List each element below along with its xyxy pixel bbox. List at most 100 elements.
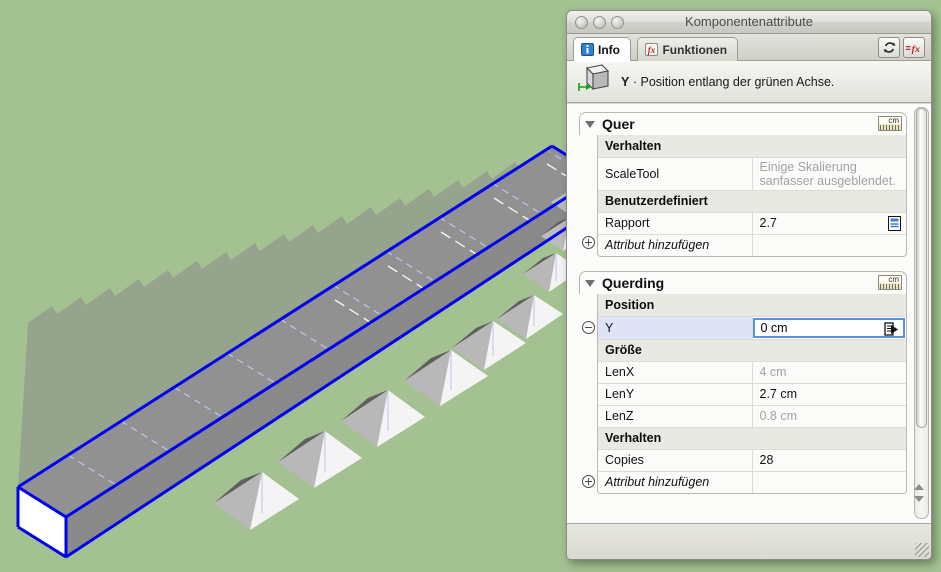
attribute-key[interactable]: LenZ — [598, 405, 753, 428]
attribute-value-cell[interactable]: 0 cm — [752, 316, 906, 340]
resize-grip[interactable] — [915, 543, 929, 557]
attribute-key[interactable]: Rapport — [598, 212, 753, 235]
attribute-info-bar: Y · Position entlang der grünen Achse. — [567, 61, 931, 103]
attribute-value-cell[interactable]: 2.7 — [752, 212, 906, 235]
info-icon — [581, 43, 594, 56]
disclosure-triangle-icon[interactable] — [585, 279, 595, 287]
section-label: Größe — [598, 339, 906, 362]
group-table-wrapper: Position Y 0 cm Größe LenX 4 cm LenY 2.7 cm LenZ… — [597, 294, 907, 494]
svg-text:fx: fx — [912, 44, 920, 55]
attribute-value-cell[interactable] — [752, 234, 906, 256]
add-attribute-label[interactable]: Attribut hinzufügen — [598, 234, 753, 256]
attribute-value-input[interactable]: 0 cm — [752, 317, 905, 338]
attribute-key[interactable]: LenY — [598, 383, 753, 406]
group-header[interactable]: Querding cm — [579, 271, 907, 294]
window-bottom-bar — [567, 523, 931, 559]
attribute-table: Position Y 0 cm Größe LenX 4 cm LenY 2.7 cm LenZ… — [598, 294, 906, 493]
function-fx-icon: fx — [645, 43, 659, 56]
attribute-value-cell[interactable] — [752, 471, 906, 493]
expander-glyph — [581, 474, 595, 488]
attribute-row[interactable]: Copies 28 — [598, 449, 906, 472]
attribute-value-text: 0 cm — [760, 320, 788, 335]
attribute-value-text: 2.7 — [759, 216, 777, 230]
units-ruler-badge[interactable]: cm — [878, 275, 902, 290]
add-attribute-row[interactable]: Attribut hinzufügen — [598, 471, 906, 493]
formula-button[interactable]: fx — [903, 37, 925, 58]
refresh-button[interactable] — [878, 37, 900, 58]
units-label: cm — [888, 116, 899, 125]
section-label: Position — [598, 294, 906, 317]
attribute-value-text: 28 — [759, 453, 774, 467]
attribute-row[interactable]: LenZ 0.8 cm — [598, 405, 906, 428]
attribute-value-cell[interactable]: Einige Skalierung sanfasser ausgeblendet… — [752, 157, 906, 191]
attribute-table: Verhalten ScaleTool Einige Skalierung sanf… — [598, 135, 906, 256]
scrollbar-thumb[interactable] — [916, 108, 927, 428]
tab-strip: Info fx Funktionen fx — [567, 34, 931, 61]
component-cube-icon — [577, 63, 611, 100]
attributes-content-area: Quer cm Verhalten ScaleTool Einige Skalierun… — [567, 104, 931, 523]
component-attributes-window[interactable]: Komponentenattribute Info fx Funktionen — [566, 10, 932, 560]
window-title: Komponentenattribute — [685, 14, 813, 29]
window-titlebar[interactable]: Komponentenattribute — [567, 11, 931, 34]
attribute-value-cell[interactable]: 4 cm — [752, 361, 906, 384]
tab-funktionen-label: Funktionen — [662, 42, 728, 57]
expander-glyph — [581, 235, 595, 249]
attribute-value-cell[interactable]: 28 — [752, 449, 906, 472]
equals-fx-icon: fx — [905, 44, 920, 55]
group-title: Quer — [602, 116, 635, 132]
group-table-wrapper: Verhalten ScaleTool Einige Skalierung sanf… — [597, 135, 907, 257]
tab-info[interactable]: Info — [573, 37, 631, 61]
attribute-row[interactable]: LenX 4 cm — [598, 361, 906, 384]
attribute-value-text: 2.7 cm — [759, 387, 798, 401]
attribute-row[interactable]: LenY 2.7 cm — [598, 383, 906, 406]
attribute-value-text: Einige Skalierung sanfasser ausgeblendet… — [759, 159, 896, 188]
attribute-key: Y — [621, 74, 630, 89]
attribute-key[interactable]: LenX — [598, 361, 753, 384]
section-label: Verhalten — [598, 427, 906, 450]
group-header[interactable]: Quer cm — [579, 112, 907, 135]
window-toolbar: fx — [878, 37, 925, 58]
attribute-value-text: 4 cm — [759, 365, 787, 379]
attribute-section-header: Benutzerdefiniert — [598, 190, 906, 213]
attribute-value-cell[interactable]: 2.7 cm — [752, 383, 906, 406]
attribute-section-header: Verhalten — [598, 427, 906, 450]
expander-glyph — [581, 320, 595, 334]
attribute-key[interactable]: Y — [598, 316, 753, 340]
group-quer: Quer cm Verhalten ScaleTool Einige Skalierun… — [579, 112, 907, 257]
attribute-section-header: Größe — [598, 339, 906, 362]
vertical-scrollbar[interactable] — [914, 107, 929, 519]
attribute-section-header: Verhalten — [598, 135, 906, 158]
attribute-groups: Quer cm Verhalten ScaleTool Einige Skalierun… — [567, 104, 931, 494]
scroll-up-button[interactable] — [913, 481, 925, 492]
list-options-icon[interactable] — [888, 215, 901, 234]
group-querding: Querding cm Position Y 0 cm Größe LenX 4 cm LenY… — [579, 271, 907, 494]
section-label: Benutzerdefiniert — [598, 190, 906, 213]
plus-expander-icon[interactable] — [579, 470, 597, 492]
units-ruler-badge[interactable]: cm — [878, 116, 902, 131]
scroll-down-button[interactable] — [913, 493, 925, 504]
svg-text:fx: fx — [648, 45, 656, 55]
attribute-section-header: Position — [598, 294, 906, 317]
attribute-row[interactable]: Y 0 cm — [598, 316, 906, 340]
attribute-separator: · — [632, 74, 637, 89]
attribute-key[interactable]: ScaleTool — [598, 157, 753, 191]
attribute-value-text: 0.8 cm — [759, 409, 798, 423]
attribute-key[interactable]: Copies — [598, 449, 753, 472]
plus-expander-icon[interactable] — [579, 231, 597, 253]
attribute-row[interactable]: Rapport 2.7 — [598, 212, 906, 235]
minus-expander-icon[interactable] — [579, 316, 597, 338]
units-label: cm — [888, 275, 899, 284]
add-attribute-label[interactable]: Attribut hinzufügen — [598, 471, 753, 493]
group-title: Querding — [602, 275, 665, 291]
attribute-description: Y · Position entlang der grünen Achse. — [621, 75, 834, 89]
tab-funktionen[interactable]: fx Funktionen — [637, 37, 739, 61]
attribute-row[interactable]: ScaleTool Einige Skalierung sanfasser aus… — [598, 157, 906, 191]
value-options-arrow-icon[interactable] — [884, 321, 900, 337]
attribute-text: Position entlang der grünen Achse. — [640, 74, 835, 89]
disclosure-triangle-icon[interactable] — [585, 120, 595, 128]
section-label: Verhalten — [598, 135, 906, 158]
attribute-value-cell[interactable]: 0.8 cm — [752, 405, 906, 428]
refresh-icon — [883, 42, 895, 53]
add-attribute-row[interactable]: Attribut hinzufügen — [598, 234, 906, 256]
tab-info-label: Info — [598, 42, 620, 57]
